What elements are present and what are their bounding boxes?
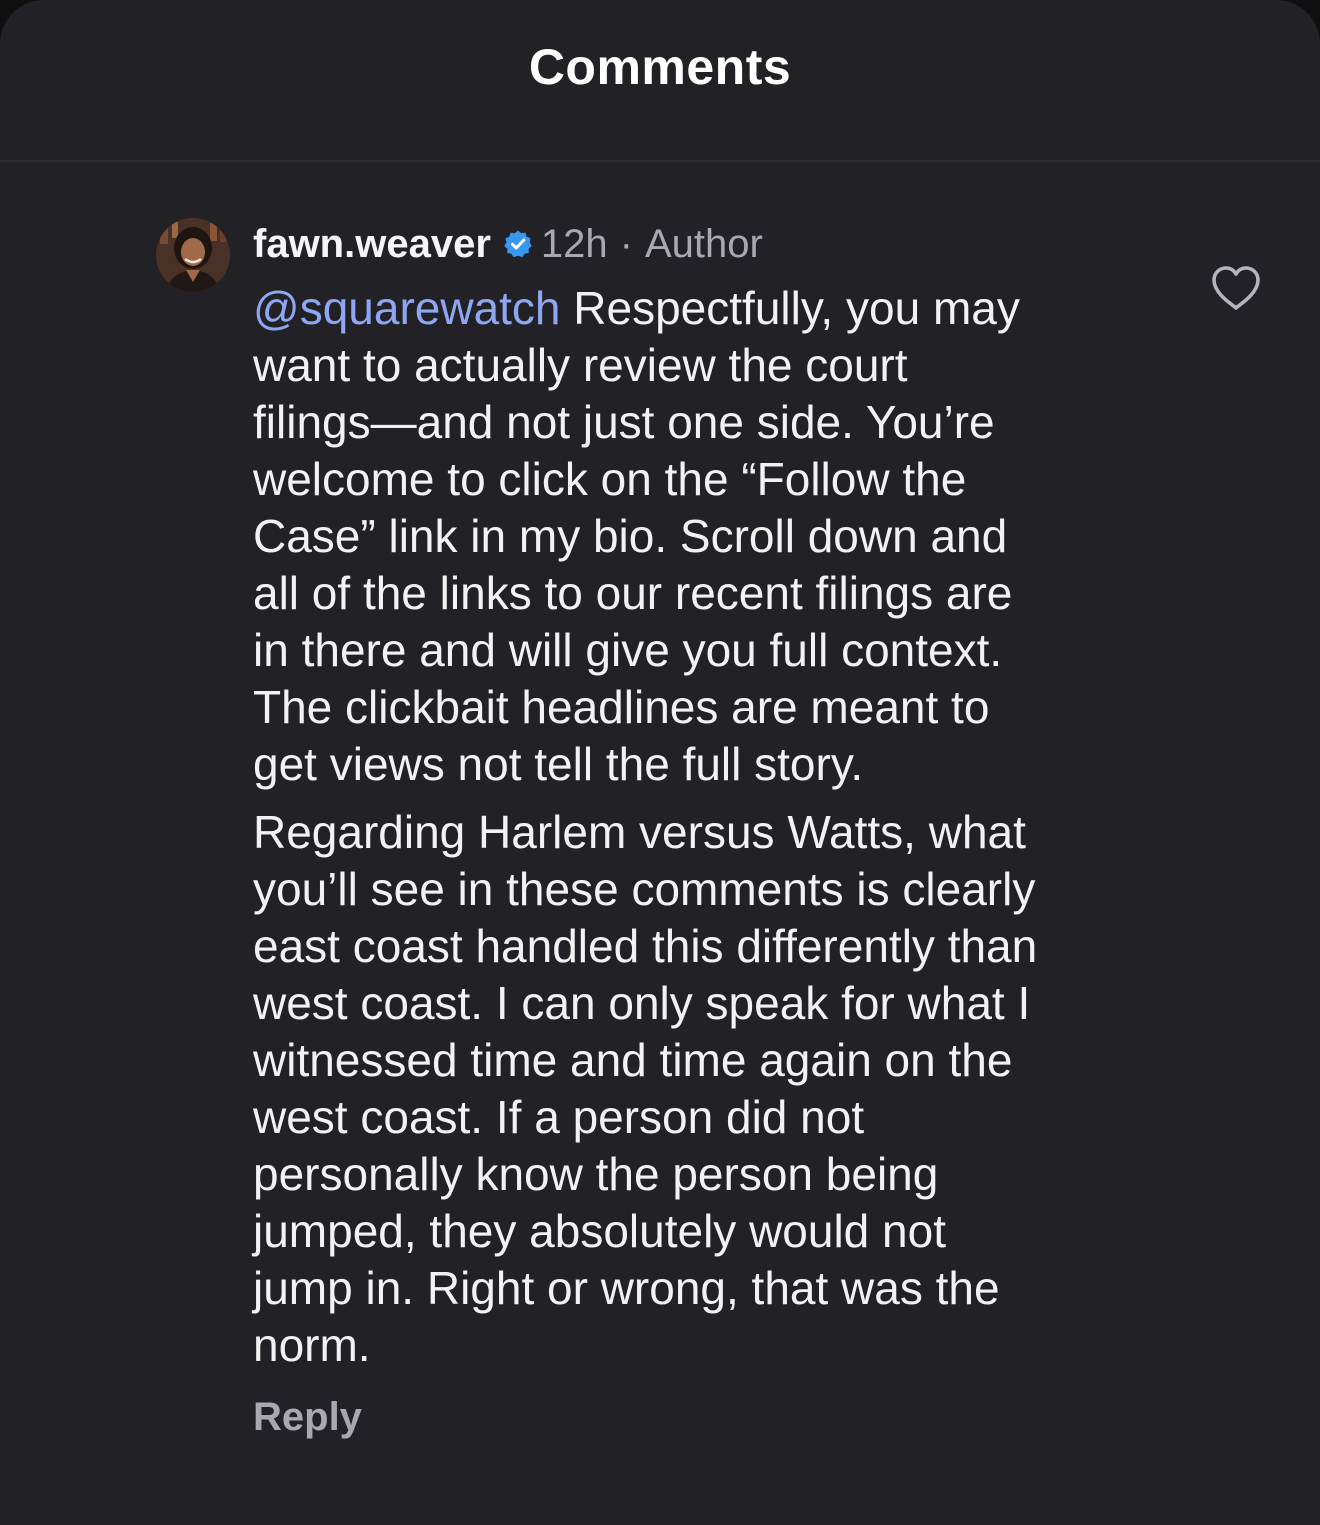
comment-line: personally know the person being	[253, 1148, 939, 1200]
comment-line: Case” link in my bio. Scroll down and	[253, 510, 1008, 562]
heart-outline-icon	[1212, 266, 1260, 310]
comment-line: The clickbait headlines are meant to	[253, 681, 990, 733]
page-title: Comments	[528, 39, 792, 95]
comment-line: get views not tell the full story.	[253, 738, 864, 790]
comment-line: jump in. Right or wrong, that was the	[253, 1262, 1000, 1314]
comment-meta: fawn.weaver 12h · Author	[253, 218, 763, 270]
comment-body: @squarewatch Respectfully, you may want …	[253, 280, 1193, 1374]
comment-line: you’ll see in these comments is clearly	[253, 863, 1036, 915]
comment-line: west coast. If a person did not	[253, 1091, 865, 1143]
reply-button[interactable]: Reply	[253, 1395, 362, 1440]
comment-line: welcome to click on the “Follow the	[253, 453, 967, 505]
comment-line: @squarewatch Respectfully, you may	[253, 280, 1193, 337]
comment-line: jumped, they absolutely would not	[253, 1205, 946, 1257]
comments-sheet: Comments fawn.weaver 12h · Author @squar…	[0, 0, 1320, 1525]
username[interactable]: fawn.weaver	[253, 222, 491, 267]
verified-badge-icon	[503, 229, 533, 259]
comment-time: 12h	[540, 221, 608, 266]
comments-header: Comments	[0, 0, 1320, 162]
comment-line-text: Respectfully, you may	[573, 282, 1020, 334]
profile-photo-icon	[156, 218, 230, 292]
comment-line: norm.	[253, 1319, 371, 1371]
avatar[interactable]	[156, 218, 230, 292]
comment-line: filings—and not just one side. You’re	[253, 396, 995, 448]
like-button[interactable]	[1210, 264, 1262, 312]
mention-link[interactable]: @squarewatch	[253, 282, 561, 334]
author-label: Author	[644, 221, 763, 266]
comment-paragraph-2: Regarding Harlem versus Watts, what you’…	[253, 804, 1193, 1374]
meta-separator: ·	[619, 221, 633, 266]
comment-line: all of the links to our recent filings a…	[253, 567, 1013, 619]
comment-line: witnessed time and time again on the	[253, 1034, 1013, 1086]
comment-line: west coast. I can only speak for what I	[253, 977, 1031, 1029]
comment-paragraph-1: @squarewatch Respectfully, you may want …	[253, 280, 1193, 793]
comment-line: in there and will give you full context.	[253, 624, 1003, 676]
comment-line: want to actually review the court	[253, 339, 908, 391]
comment-line: Regarding Harlem versus Watts, what	[253, 806, 1026, 858]
comment-line: east coast handled this differently than	[253, 920, 1038, 972]
